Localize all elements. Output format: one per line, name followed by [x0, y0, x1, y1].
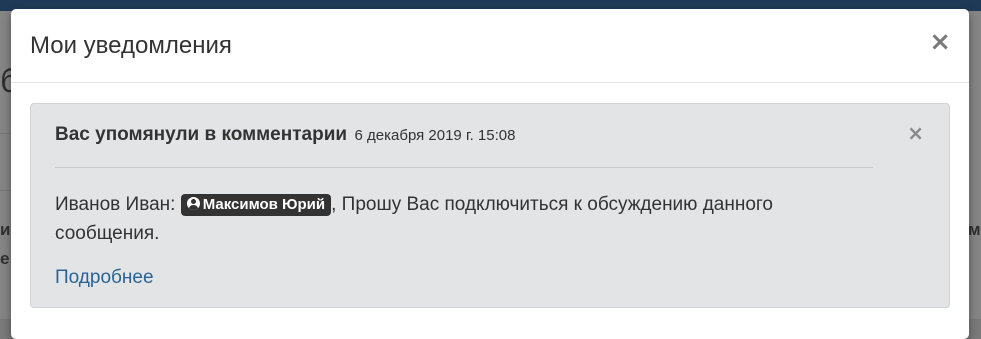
user-circle-icon — [186, 197, 200, 210]
notification-card: Вас упомянули в комментарии 6 декабря 20… — [30, 103, 950, 308]
notification-title: Вас упомянули в комментарии — [55, 124, 348, 145]
notification-message: Иванов Иван: Максимов Юрий, Прошу Вас по… — [55, 190, 835, 248]
modal-body: Вас упомянули в комментарии 6 декабря 20… — [11, 83, 969, 328]
close-modal-button[interactable]: × — [929, 29, 951, 55]
notification-divider — [55, 167, 873, 168]
more-details-link[interactable]: Подробнее — [55, 267, 154, 289]
background-text-fragment: ме — [968, 220, 981, 239]
notification-author: Иванов Иван: — [55, 194, 176, 215]
mention-badge[interactable]: Максимов Юрий — [180, 194, 332, 216]
notifications-modal: Мои уведомления × Вас упомянули в коммен… — [11, 9, 969, 339]
notification-date: 6 декабря 2019 г. 15:08 — [354, 127, 516, 144]
notification-header: Вас упомянули в комментарии 6 декабря 20… — [55, 124, 515, 146]
mention-name: Максимов Юрий — [202, 196, 326, 213]
modal-title: Мои уведомления — [30, 32, 232, 59]
background-divider — [0, 190, 11, 191]
dismiss-notification-button[interactable]: × — [907, 123, 924, 143]
modal-header: Мои уведомления × — [11, 9, 969, 83]
background-divider — [0, 133, 11, 134]
background-text-fragment: и — [0, 220, 11, 239]
background-text-fragment: е — [0, 249, 10, 268]
